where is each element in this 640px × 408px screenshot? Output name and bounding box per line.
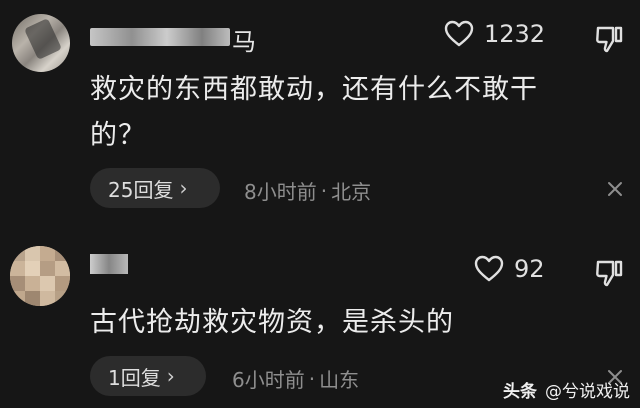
username-blurred[interactable]: [90, 28, 230, 46]
view-replies-button[interactable]: 1回复 ›: [90, 356, 206, 396]
watermark-brand: 头条: [503, 382, 537, 402]
reply-count-label: 1回复: [108, 365, 161, 390]
thumbs-down-icon[interactable]: [594, 24, 624, 54]
thumbs-down-icon[interactable]: [594, 258, 624, 288]
comment-line: 古代抢劫救灾物资，是杀头的: [90, 307, 454, 338]
like-button[interactable]: 92: [474, 255, 545, 283]
meta-separator: ·: [320, 178, 328, 203]
comment-meta: 6小时前 · 山东: [232, 364, 359, 393]
location: 山东: [319, 368, 360, 392]
comment-text: 古代抢劫救灾物资，是杀头的: [90, 300, 590, 346]
reply-count-label: 25回复: [108, 177, 174, 202]
comment-line: 的？: [90, 120, 146, 151]
like-count: 1232: [484, 20, 546, 48]
username-suffix[interactable]: 马: [232, 22, 256, 57]
heart-icon: [474, 255, 504, 283]
view-replies-button[interactable]: 25回复 ›: [90, 168, 220, 208]
avatar-mosaic: [10, 246, 70, 306]
timestamp: 8小时前: [244, 180, 317, 204]
location: 北京: [331, 180, 372, 204]
timestamp: 6小时前: [232, 368, 305, 392]
username-blurred[interactable]: [90, 254, 128, 274]
meta-separator: ·: [308, 366, 316, 391]
chevron-right-icon: ›: [179, 176, 188, 200]
comment-text: 救灾的东西都敢动，还有什么不敢干 的？: [90, 67, 590, 159]
watermark-handle: @兮说戏说: [545, 382, 630, 402]
avatar[interactable]: [12, 14, 70, 72]
comment-line: 救灾的东西都敢动，还有什么不敢干: [90, 74, 538, 105]
like-button[interactable]: 1232: [444, 20, 545, 48]
watermark: 头条 @兮说戏说: [503, 377, 630, 402]
like-count: 92: [514, 255, 545, 283]
comment-meta: 8小时前 · 北京: [244, 176, 371, 205]
close-icon[interactable]: [606, 180, 624, 198]
heart-icon: [444, 20, 474, 48]
chevron-right-icon: ›: [166, 364, 175, 388]
avatar[interactable]: [10, 246, 70, 306]
